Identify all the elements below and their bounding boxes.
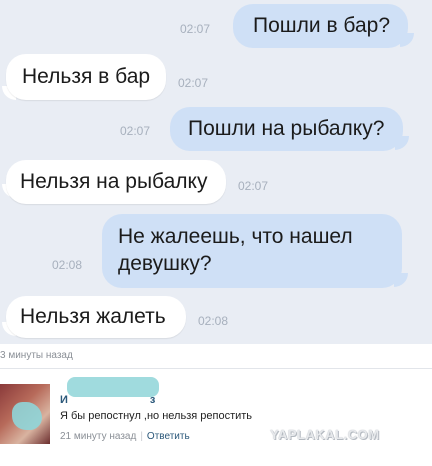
outgoing-message[interactable]: Не жалеешь, что нашел девушку? [102, 214, 402, 288]
reply-link[interactable]: Ответить [147, 431, 190, 442]
message-time: 02:08 [52, 258, 83, 272]
incoming-message[interactable]: Нельзя в бар [6, 54, 166, 100]
comment-text: Я бы репостнул ,но нельзя репостить [60, 410, 253, 422]
chat-area: 02:07 Пошли в бар? Нельзя в бар 02:07 02… [0, 0, 432, 344]
watermark: YAPLAKAL.COM [270, 427, 380, 442]
message-time: 02:07 [178, 76, 209, 90]
avatar[interactable] [0, 384, 50, 444]
author-name-visible: И [60, 394, 68, 406]
post-time[interactable]: 3 минуты назад [0, 350, 73, 361]
comment-meta: 21 минуту назад | Ответить [60, 431, 190, 442]
message-time: 02:07 [120, 124, 151, 138]
outgoing-message[interactable]: Пошли на рыбалку? [170, 107, 403, 151]
censor-blot [67, 377, 159, 397]
message-time: 02:07 [180, 22, 211, 36]
message-line: девушку? [118, 252, 212, 275]
meta-separator: | [140, 431, 143, 442]
bubble-tail [395, 136, 409, 150]
comment-time[interactable]: 21 минуту назад [60, 431, 136, 442]
outgoing-message[interactable]: Пошли в бар? [233, 4, 408, 48]
message-time: 02:08 [198, 314, 229, 328]
bubble-tail [400, 33, 414, 47]
incoming-message[interactable]: Нельзя на рыбалку [6, 160, 226, 204]
incoming-message[interactable]: Нельзя жалеть [6, 296, 186, 338]
bubble-tail [394, 273, 408, 287]
message-line: Не жалеешь, что нашел [118, 225, 353, 248]
message-time: 02:07 [238, 179, 269, 193]
censor-blot [12, 402, 42, 430]
divider [0, 368, 432, 369]
